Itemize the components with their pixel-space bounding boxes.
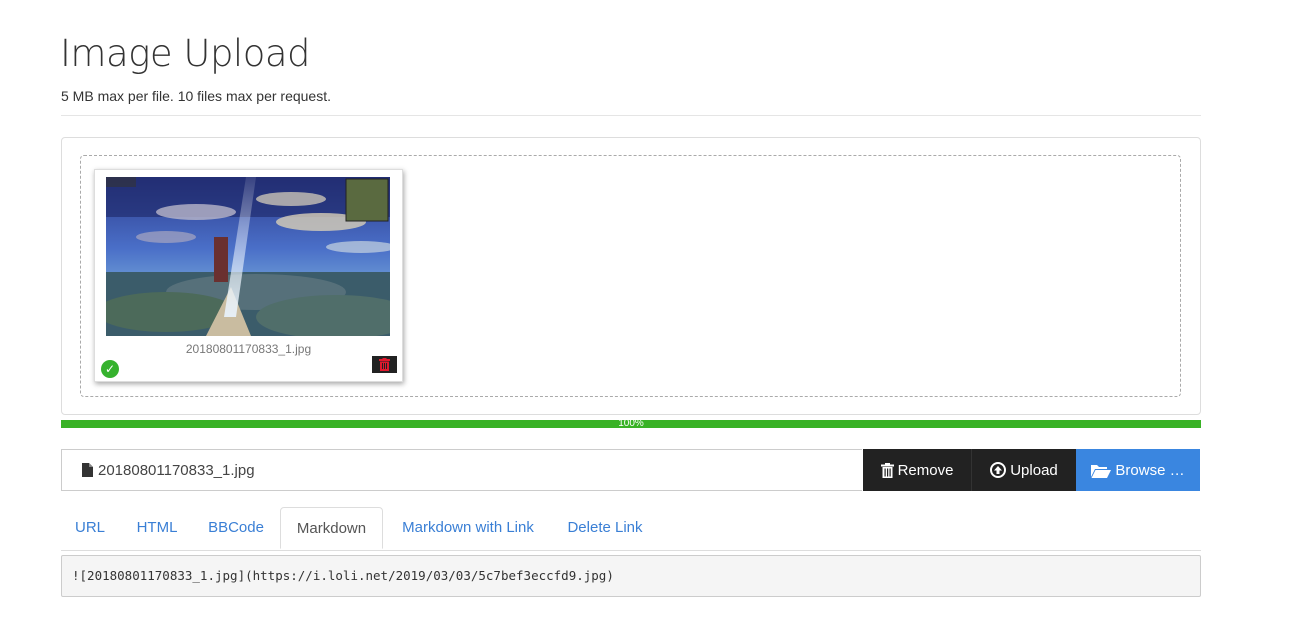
remove-button[interactable]: Remove	[863, 449, 971, 491]
folder-open-icon	[1091, 464, 1112, 478]
browse-label: Browse …	[1115, 461, 1185, 479]
divider	[61, 115, 1201, 116]
upload-label: Upload	[1010, 461, 1058, 479]
delete-file-button[interactable]	[372, 356, 397, 373]
file-icon	[82, 463, 93, 477]
browse-button[interactable]: Browse …	[1076, 449, 1200, 491]
output-code[interactable]: ![20180801170833_1.jpg](https://i.loli.n…	[72, 568, 614, 583]
tab-delete-link[interactable]: Delete Link	[555, 507, 655, 549]
preview-image	[106, 177, 390, 336]
tab-markdown[interactable]: Markdown	[280, 507, 383, 549]
preview-file-name: 20180801170833_1.jpg	[185, 342, 312, 356]
upload-progress: 100%	[61, 418, 1201, 429]
upload-circle-icon	[990, 462, 1007, 478]
selected-file-name: 20180801170833_1.jpg	[98, 462, 255, 479]
output-code-box[interactable]: ![20180801170833_1.jpg](https://i.loli.n…	[61, 555, 1201, 597]
tab-url[interactable]: URL	[61, 507, 119, 549]
remove-label: Remove	[897, 461, 954, 479]
output-format-tabs: URL HTML BBCode Markdown Markdown with L…	[61, 507, 1201, 551]
tab-bbcode[interactable]: BBCode	[197, 507, 275, 549]
trash-icon	[880, 462, 894, 478]
file-input-group: 20180801170833_1.jpg Remove Upload Brows…	[61, 449, 1200, 491]
trash-icon	[379, 358, 390, 371]
upload-panel: 20180801170833_1.jpg ✓	[61, 137, 1201, 415]
progress-label: 100%	[618, 418, 644, 429]
file-preview-card: 20180801170833_1.jpg ✓	[94, 169, 403, 382]
check-circle-icon: ✓	[101, 360, 119, 378]
tab-html[interactable]: HTML	[123, 507, 191, 549]
drop-zone[interactable]: 20180801170833_1.jpg ✓	[80, 155, 1181, 397]
tab-markdown-with-link[interactable]: Markdown with Link	[387, 507, 549, 549]
page-title: Image Upload	[60, 32, 311, 75]
page-subtitle: 5 MB max per file. 10 files max per requ…	[61, 88, 331, 104]
upload-button[interactable]: Upload	[971, 449, 1076, 491]
file-caption[interactable]: 20180801170833_1.jpg	[61, 449, 862, 491]
